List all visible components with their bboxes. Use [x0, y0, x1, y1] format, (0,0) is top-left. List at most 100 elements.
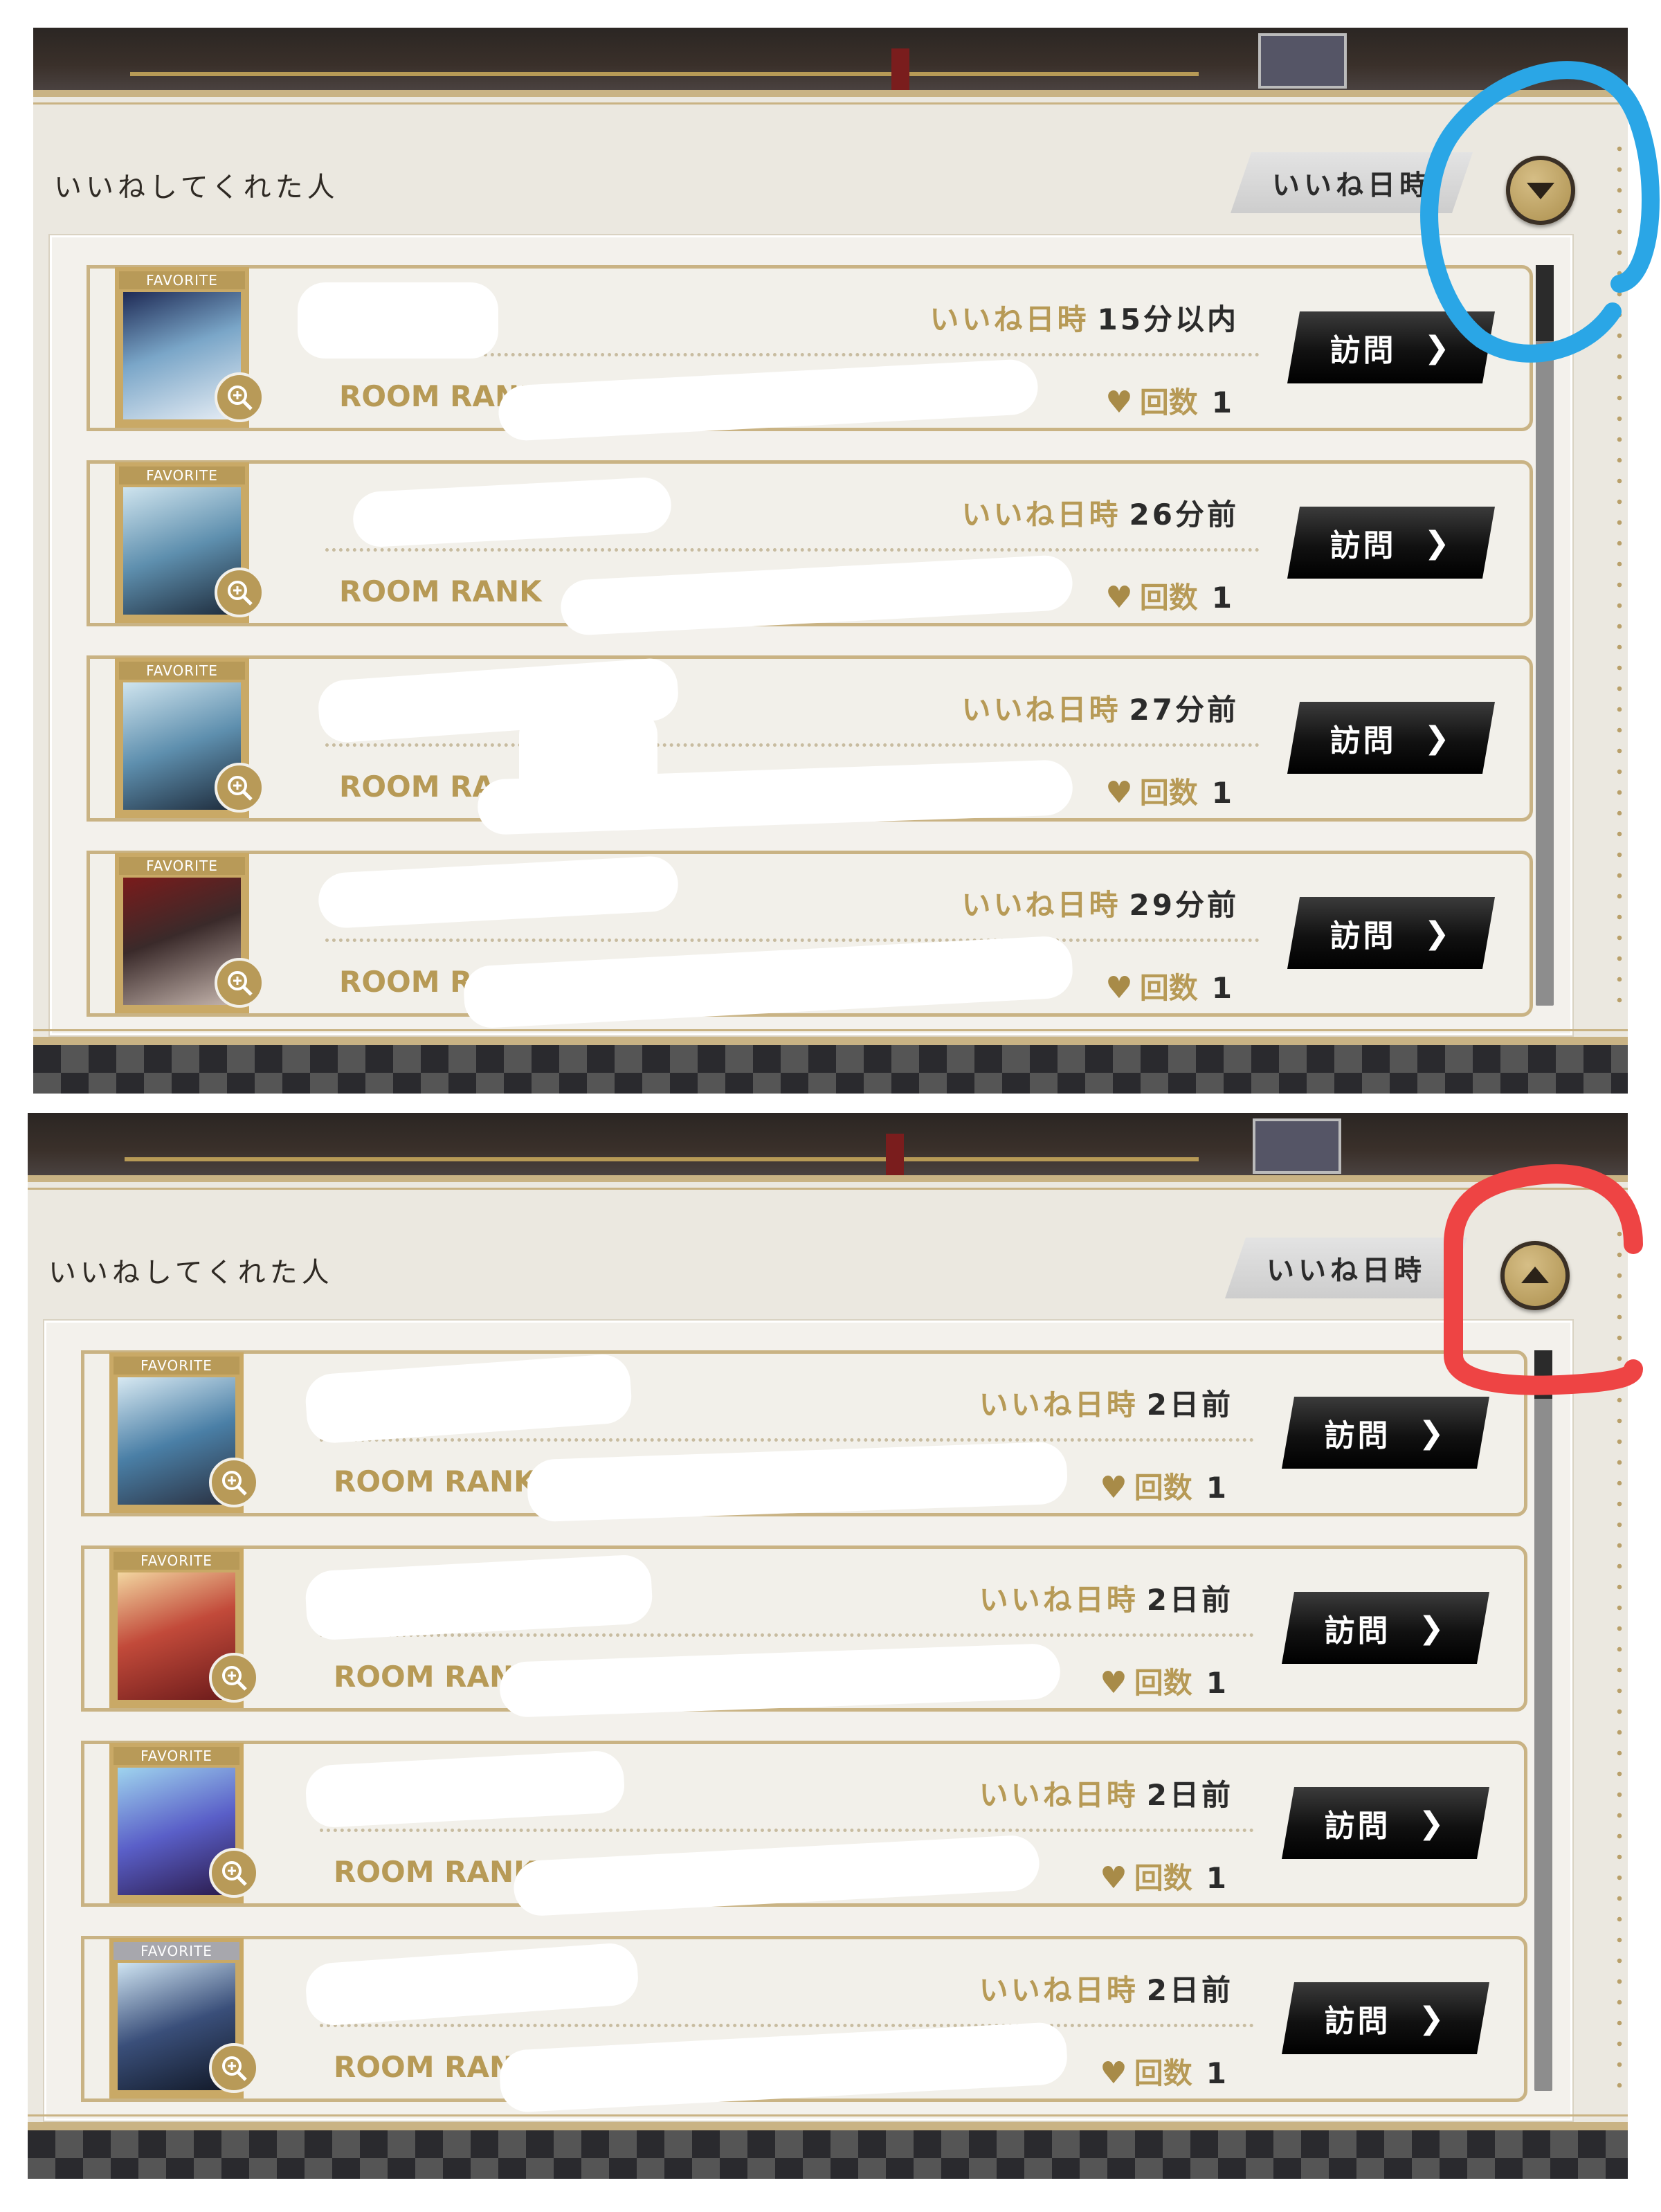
dotted-divider	[320, 1438, 1254, 1442]
dotted-divider	[320, 2024, 1254, 2027]
count-value: 1	[1211, 386, 1232, 419]
list-item: FAVORITE いいね日時 2日前 ROOM RAN ♥ 回数 1 訪問 ❯	[81, 1936, 1527, 2114]
favorite-badge: FAVORITE	[114, 1552, 239, 1570]
magnifier-plus-icon	[228, 386, 253, 410]
dotted-divider	[320, 1829, 1254, 1832]
like-count: ♥ 回数 1	[1100, 1855, 1226, 1897]
count-value: 1	[1206, 1861, 1226, 1895]
count-value: 1	[1211, 776, 1232, 810]
redaction-mark	[352, 476, 673, 548]
room-rank-label: ROOM RA	[339, 770, 496, 804]
like-time-label: いいね日時	[929, 302, 1089, 336]
room-mirror	[1258, 33, 1347, 89]
count-value: 1	[1206, 1666, 1226, 1700]
like-time: いいね日時 2日前	[979, 1967, 1233, 2009]
favorite-badge: FAVORITE	[119, 857, 245, 875]
visit-button[interactable]: 訪問 ❯	[1287, 507, 1495, 579]
chevron-right-icon: ❯	[1418, 1805, 1447, 1841]
count-value: 1	[1211, 971, 1232, 1005]
zoom-button[interactable]	[209, 1653, 259, 1703]
zoom-button[interactable]	[215, 763, 264, 813]
like-count: ♥ 回数 1	[1105, 574, 1232, 617]
redaction-mark	[304, 1553, 654, 1642]
like-time-label: いいね日時	[979, 1583, 1138, 1617]
visit-button[interactable]: 訪問 ❯	[1287, 702, 1495, 774]
like-time: いいね日時 2日前	[979, 1381, 1233, 1424]
redaction-mark	[462, 935, 1074, 1029]
room-rank-label: ROOM RAN	[334, 2050, 514, 2084]
like-time: いいね日時 27分前	[962, 687, 1239, 729]
list-item: FAVORITE いいね日時 2日前 ROOM RANK ♥ 回数 1 訪問 ❯	[81, 1350, 1527, 1523]
room-background-top	[33, 28, 1628, 90]
favorite-badge: FAVORITE	[114, 1747, 239, 1765]
visit-button[interactable]: 訪問 ❯	[1287, 897, 1495, 969]
chevron-right-icon: ❯	[1418, 1415, 1447, 1451]
zoom-button[interactable]	[215, 568, 264, 617]
room-floor	[28, 2130, 1628, 2179]
count-label: 回数	[1134, 1471, 1192, 1505]
like-time: いいね日時 2日前	[979, 1577, 1233, 1619]
likes-list[interactable]: FAVORITE いいね日時 15分以内 ROOM RANK ♥ 回数 1 訪問 ❯ F…	[50, 235, 1572, 1035]
list-item: FAVORITE いいね日時 27分前 ROOM RA ♥ 回数 1 訪問 ❯	[87, 655, 1533, 835]
zoom-button[interactable]	[215, 958, 264, 1008]
redaction-mark	[512, 1834, 1041, 1917]
favorite-badge: FAVORITE	[119, 662, 245, 680]
magnifier-plus-icon	[228, 971, 253, 996]
count-value: 1	[1206, 1471, 1226, 1505]
dotted-divider	[325, 743, 1260, 747]
like-count: ♥ 回数 1	[1100, 1660, 1226, 1702]
like-time-label: いいね日時	[979, 1973, 1138, 2007]
list-item: FAVORITE いいね日時 2日前 ROOM RAN ♥ 回数 1 訪問 ❯	[81, 1545, 1527, 1719]
zoom-button[interactable]	[209, 1848, 259, 1898]
like-time-label: いいね日時	[979, 1778, 1138, 1812]
count-label: 回数	[1134, 1666, 1192, 1700]
like-time-value: 2日前	[1146, 1778, 1233, 1812]
likes-panel: いいねしてくれた人 いいね日時 FAVORITE いいね日時 2日前 ROOM R…	[28, 1175, 1628, 2130]
chevron-right-icon: ❯	[1418, 1610, 1447, 1646]
like-time-value: 26分前	[1129, 498, 1239, 532]
redaction-mark	[559, 554, 1074, 637]
like-time-value: 2日前	[1146, 1583, 1233, 1617]
like-time-label: いいね日時	[979, 1388, 1138, 1422]
heart-icon: ♥	[1100, 1470, 1127, 1505]
favorite-badge: FAVORITE	[119, 271, 245, 289]
favorite-badge: FAVORITE	[119, 466, 245, 484]
like-time-value: 2日前	[1146, 1973, 1233, 2007]
visit-button[interactable]: 訪問 ❯	[1282, 1592, 1489, 1664]
likes-panel: いいねしてくれた人 いいね日時 FAVORITE いいね日時 15分以内 ROOM…	[33, 90, 1628, 1045]
like-time-label: いいね日時	[961, 693, 1121, 727]
redaction-mark	[304, 1941, 640, 2027]
redaction-mark	[526, 1441, 1069, 1523]
chevron-right-icon: ❯	[1424, 525, 1453, 561]
redaction-mark	[317, 855, 680, 930]
magnifier-plus-icon	[222, 1666, 247, 1691]
likes-list[interactable]: FAVORITE いいね日時 2日前 ROOM RANK ♥ 回数 1 訪問 ❯ FAV…	[44, 1321, 1572, 2121]
scrollbar[interactable]	[1534, 1350, 1552, 2091]
favorite-badge: FAVORITE	[114, 1942, 239, 1960]
like-count: ♥ 回数 1	[1105, 770, 1232, 812]
like-time-label: いいね日時	[961, 498, 1121, 532]
favorite-badge: FAVORITE	[114, 1357, 239, 1375]
list-item: FAVORITE いいね日時 26分前 ROOM RANK ♥ 回数 1 訪問 ❯	[87, 460, 1533, 637]
zoom-button[interactable]	[209, 1458, 259, 1507]
heart-icon: ♥	[1105, 775, 1133, 810]
like-time-label: いいね日時	[961, 888, 1121, 922]
count-label: 回数	[1139, 581, 1198, 615]
visit-label: 訪問	[1324, 1613, 1391, 1649]
heart-icon: ♥	[1105, 970, 1133, 1006]
zoom-button[interactable]	[215, 372, 264, 422]
count-label: 回数	[1134, 1861, 1192, 1895]
zoom-button[interactable]	[209, 2043, 259, 2093]
dotted-divider	[325, 939, 1260, 942]
room-mirror	[1253, 1118, 1341, 1174]
blue-circle-annotation	[1420, 61, 1660, 363]
visit-button[interactable]: 訪問 ❯	[1282, 1982, 1489, 2054]
like-count: ♥ 回数 1	[1105, 379, 1232, 421]
like-time: いいね日時 26分前	[962, 491, 1239, 534]
like-time: いいね日時 15分以内	[930, 296, 1239, 338]
count-value: 1	[1211, 581, 1232, 615]
visit-button[interactable]: 訪問 ❯	[1282, 1787, 1489, 1859]
heart-icon: ♥	[1100, 2056, 1127, 2091]
magnifier-plus-icon	[222, 1861, 247, 1886]
room-rank-label: ROOM RAN	[334, 1660, 514, 1694]
